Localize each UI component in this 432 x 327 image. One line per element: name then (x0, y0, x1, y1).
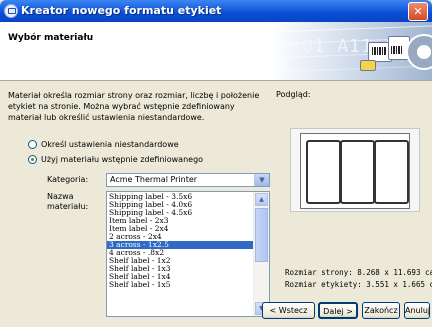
window-title: Kreator nowego formatu etykiet (21, 4, 222, 17)
finish-button[interactable]: Zakończ (362, 302, 400, 319)
material-list-item[interactable]: Shelf label - 1x5 (107, 281, 255, 289)
material-label-line1: Nazwa (47, 192, 74, 201)
scroll-up-icon[interactable]: ▲ (255, 193, 268, 206)
radio-custom-label: Określ ustawienia niestandardowe (41, 140, 179, 149)
label-size-text: Rozmiar etykiety: 3.551 x 1.665 cal (285, 280, 432, 289)
material-list-item[interactable]: 2 across - 2x4 (107, 233, 255, 241)
material-list-item[interactable]: Shelf label - 1x2 (107, 257, 255, 265)
material-list-item[interactable]: Item label - 2x3 (107, 217, 255, 225)
category-dropdown[interactable]: Acme Thermal Printer ▼ (106, 173, 270, 187)
preview-label-cell (374, 140, 409, 204)
material-list-item[interactable]: Item label - 2x4 (107, 225, 255, 233)
cancel-button[interactable]: Anuluj (404, 302, 430, 319)
preview-label-cell (306, 140, 341, 204)
app-icon (4, 4, 18, 18)
chevron-down-icon[interactable]: ▼ (254, 174, 269, 186)
next-button[interactable]: Dalej > (318, 302, 358, 319)
material-list-items: Shipping label - 3.5x6 Shipping label - 4… (107, 193, 255, 289)
preview-label-cell (340, 140, 375, 204)
material-label-line2: materiału: (47, 202, 89, 211)
preview-label: Podgląd: (276, 90, 311, 99)
material-list-item[interactable]: 3 across - 1x2.5 (107, 241, 255, 249)
printer-tag-icon (360, 60, 376, 71)
scroll-thumb[interactable] (255, 208, 268, 262)
close-button[interactable]: ✕ (408, 2, 428, 21)
material-list[interactable]: Shipping label - 3.5x6 Shipping label - 4… (106, 191, 270, 317)
description-text: Materiał określa rozmiar strony oraz roz… (8, 91, 260, 122)
list-scrollbar[interactable]: ▲ ▼ (253, 192, 269, 316)
back-button[interactable]: < Wstecz (262, 302, 315, 319)
radio-predefined[interactable] (28, 155, 37, 164)
page-size-text: Rozmiar strony: 8.268 x 11.693 cal (285, 268, 432, 277)
radio-custom[interactable] (28, 140, 37, 149)
material-list-item[interactable]: Shipping label - 3.5x6 (107, 193, 255, 201)
category-label: Kategoria: (47, 175, 89, 184)
header-banner-image: /01 A11 0 (270, 22, 432, 80)
material-name-label: Nazwa materiału: (47, 192, 88, 212)
preview-page (300, 133, 410, 209)
wizard-header: Wybór materiału /01 A11 0 (0, 22, 432, 81)
title-bar[interactable]: Kreator nowego formatu etykiet ✕ (0, 0, 432, 22)
preview-area (290, 128, 420, 212)
material-list-item[interactable]: 4 across - .8x2 (107, 249, 255, 257)
material-list-item[interactable]: Shipping label - 4.5x6 (107, 209, 255, 217)
page-title: Wybór materiału (8, 33, 94, 43)
category-value: Acme Thermal Printer (110, 175, 198, 184)
predefined-material-option[interactable]: Użyj materiału wstępnie zdefiniowanego (28, 155, 203, 164)
material-list-item[interactable]: Shelf label - 1x4 (107, 273, 255, 281)
radio-predefined-label: Użyj materiału wstępnie zdefiniowanego (41, 155, 204, 164)
material-list-item[interactable]: Shelf label - 1x3 (107, 265, 255, 273)
custom-settings-option[interactable]: Określ ustawienia niestandardowe (28, 140, 179, 149)
material-list-item[interactable]: Shipping label - 4.0x6 (107, 201, 255, 209)
